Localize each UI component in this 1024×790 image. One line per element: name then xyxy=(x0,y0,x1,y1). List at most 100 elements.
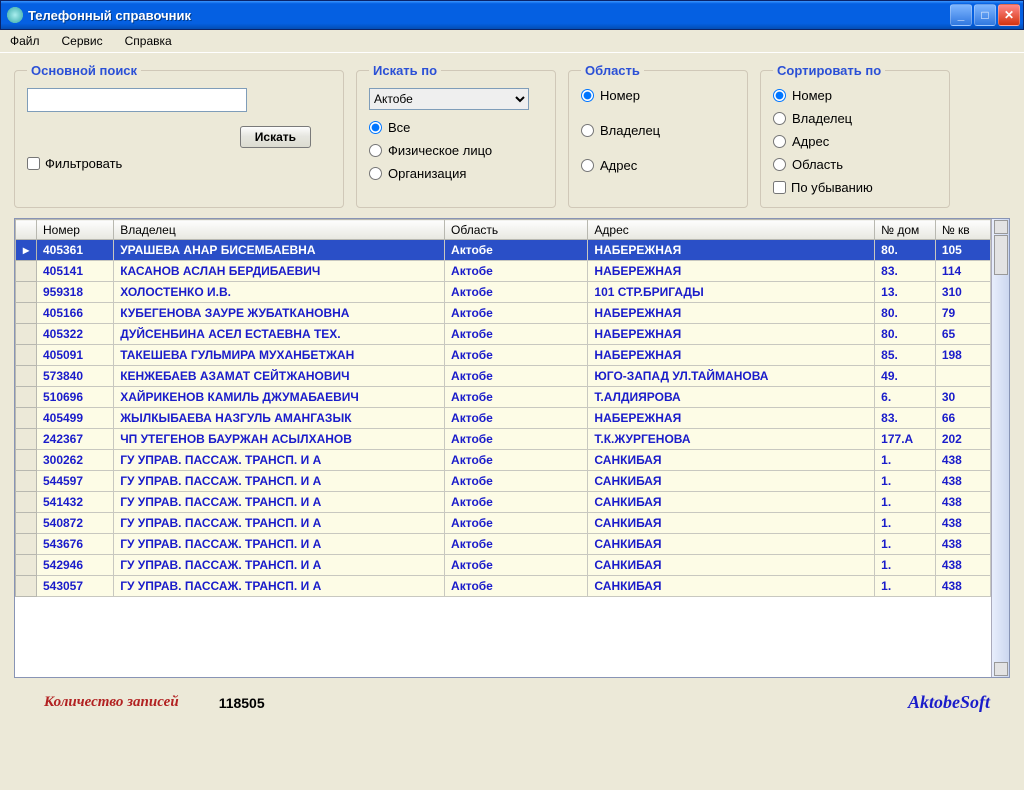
cell-apt: 65 xyxy=(935,324,990,345)
area-number-radio[interactable] xyxy=(581,89,594,102)
region-select[interactable]: Актобе xyxy=(369,88,529,110)
sort-address-radio[interactable] xyxy=(773,135,786,148)
cell-address: НАБЕРЕЖНАЯ xyxy=(588,240,875,261)
cell-apt: 66 xyxy=(935,408,990,429)
search-button[interactable]: Искать xyxy=(240,126,311,148)
cell-house: 1. xyxy=(875,450,936,471)
sort-group: Сортировать по Номер Владелец Адрес Обла… xyxy=(760,63,950,208)
menu-service[interactable]: Сервис xyxy=(58,32,107,50)
area-address-radio[interactable] xyxy=(581,159,594,172)
vertical-scrollbar[interactable] xyxy=(991,219,1009,677)
sort-owner-radio[interactable] xyxy=(773,112,786,125)
sort-legend: Сортировать по xyxy=(773,63,885,78)
cell-region: Актобе xyxy=(445,429,588,450)
filter-checkbox[interactable] xyxy=(27,157,40,170)
scroll-thumb[interactable] xyxy=(994,235,1008,275)
area-group: Область Номер Владелец Адрес xyxy=(568,63,748,208)
searchby-group: Искать по Актобе Все Физическое лицо Орг… xyxy=(356,63,556,208)
close-button[interactable]: ✕ xyxy=(998,4,1020,26)
row-indicator: ▸ xyxy=(16,240,37,261)
cell-address: САНКИБАЯ xyxy=(588,534,875,555)
cell-address: САНКИБАЯ xyxy=(588,555,875,576)
cell-house: 83. xyxy=(875,261,936,282)
cell-owner: ХОЛОСТЕНКО И.В. xyxy=(114,282,445,303)
row-indicator xyxy=(16,366,37,387)
cell-region: Актобе xyxy=(445,387,588,408)
cell-apt: 438 xyxy=(935,576,990,597)
col-selector[interactable] xyxy=(16,220,37,240)
cell-region: Актобе xyxy=(445,240,588,261)
table-row[interactable]: 405166КУБЕГЕНОВА ЗАУРЕ ЖУБАТКАНОВНААктоб… xyxy=(16,303,991,324)
table-row[interactable]: 573840КЕНЖЕБАЕВ АЗАМАТ СЕЙТЖАНОВИЧАктобе… xyxy=(16,366,991,387)
cell-house: 80. xyxy=(875,324,936,345)
table-row[interactable]: 405499ЖЫЛКЫБАЕВА НАЗГУЛЬ АМАНГАЗЫКАктобе… xyxy=(16,408,991,429)
sort-number-radio[interactable] xyxy=(773,89,786,102)
cell-house: 1. xyxy=(875,513,936,534)
table-row[interactable]: 541432ГУ УПРАВ. ПАССАЖ. ТРАНСП. И ААктоб… xyxy=(16,492,991,513)
cell-owner: УРАШЕВА АНАР БИСЕМБАЕВНА xyxy=(114,240,445,261)
cell-address: САНКИБАЯ xyxy=(588,471,875,492)
sort-owner-label: Владелец xyxy=(792,111,852,126)
table-row[interactable]: 544597ГУ УПРАВ. ПАССАЖ. ТРАНСП. И ААктоб… xyxy=(16,471,991,492)
col-house[interactable]: № дом xyxy=(875,220,936,240)
cell-apt: 438 xyxy=(935,471,990,492)
cell-apt: 202 xyxy=(935,429,990,450)
table-row[interactable]: 542946ГУ УПРАВ. ПАССАЖ. ТРАНСП. И ААктоб… xyxy=(16,555,991,576)
col-address[interactable]: Адрес xyxy=(588,220,875,240)
cell-region: Актобе xyxy=(445,492,588,513)
cell-number: 540872 xyxy=(36,513,113,534)
cell-region: Актобе xyxy=(445,576,588,597)
cell-owner: ГУ УПРАВ. ПАССАЖ. ТРАНСП. И А xyxy=(114,576,445,597)
cell-address: НАБЕРЕЖНАЯ xyxy=(588,303,875,324)
cell-number: 543676 xyxy=(36,534,113,555)
cell-address: Т.АЛДИЯРОВА xyxy=(588,387,875,408)
table-row[interactable]: 405091ТАКЕШЕВА ГУЛЬМИРА МУХАНБЕТЖАНАктоб… xyxy=(16,345,991,366)
table-row[interactable]: 540872ГУ УПРАВ. ПАССАЖ. ТРАНСП. И ААктоб… xyxy=(16,513,991,534)
col-number[interactable]: Номер xyxy=(36,220,113,240)
searchby-all-radio[interactable] xyxy=(369,121,382,134)
cell-region: Актобе xyxy=(445,366,588,387)
searchby-person-label: Физическое лицо xyxy=(388,143,492,158)
col-apt[interactable]: № кв xyxy=(935,220,990,240)
cell-address: САНКИБАЯ xyxy=(588,513,875,534)
app-icon xyxy=(7,7,23,23)
table-row[interactable]: 543057ГУ УПРАВ. ПАССАЖ. ТРАНСП. И ААктоб… xyxy=(16,576,991,597)
menu-help[interactable]: Справка xyxy=(121,32,176,50)
search-input[interactable] xyxy=(27,88,247,112)
sort-region-radio[interactable] xyxy=(773,158,786,171)
table-row[interactable]: 959318ХОЛОСТЕНКО И.В.Актобе101 СТР.БРИГА… xyxy=(16,282,991,303)
col-owner[interactable]: Владелец xyxy=(114,220,445,240)
sort-number-label: Номер xyxy=(792,88,832,103)
minimize-button[interactable]: _ xyxy=(950,4,972,26)
col-region[interactable]: Область xyxy=(445,220,588,240)
cell-address: НАБЕРЕЖНАЯ xyxy=(588,345,875,366)
searchby-org-radio[interactable] xyxy=(369,167,382,180)
cell-house: 177.А xyxy=(875,429,936,450)
cell-owner: КУБЕГЕНОВА ЗАУРЕ ЖУБАТКАНОВНА xyxy=(114,303,445,324)
table-row[interactable]: 242367ЧП УТЕГЕНОВ БАУРЖАН АСЫЛХАНОВАктоб… xyxy=(16,429,991,450)
window-controls: _ □ ✕ xyxy=(950,4,1020,26)
scroll-up-arrow-icon[interactable] xyxy=(994,220,1008,234)
table-row[interactable]: 510696ХАЙРИКЕНОВ КАМИЛЬ ДЖУМАБАЕВИЧАктоб… xyxy=(16,387,991,408)
table-row[interactable]: ▸405361УРАШЕВА АНАР БИСЕМБАЕВНААктобеНАБ… xyxy=(16,240,991,261)
app-window: Телефонный справочник _ □ ✕ Файл Сервис … xyxy=(0,0,1024,790)
cell-owner: ГУ УПРАВ. ПАССАЖ. ТРАНСП. И А xyxy=(114,555,445,576)
row-indicator xyxy=(16,534,37,555)
sort-desc-checkbox[interactable] xyxy=(773,181,786,194)
area-owner-radio[interactable] xyxy=(581,124,594,137)
table-row[interactable]: 405322ДУЙСЕНБИНА АСЕЛ ЕСТАЕВНА ТЕХ.Актоб… xyxy=(16,324,991,345)
table-row[interactable]: 405141КАСАНОВ АСЛАН БЕРДИБАЕВИЧАктобеНАБ… xyxy=(16,261,991,282)
row-indicator xyxy=(16,387,37,408)
table-row[interactable]: 300262ГУ УПРАВ. ПАССАЖ. ТРАНСП. И ААктоб… xyxy=(16,450,991,471)
row-indicator xyxy=(16,408,37,429)
searchby-person-radio[interactable] xyxy=(369,144,382,157)
menu-file[interactable]: Файл xyxy=(6,32,44,50)
maximize-button[interactable]: □ xyxy=(974,4,996,26)
cell-number: 405166 xyxy=(36,303,113,324)
cell-region: Актобе xyxy=(445,408,588,429)
cell-address: САНКИБАЯ xyxy=(588,576,875,597)
table-row[interactable]: 543676ГУ УПРАВ. ПАССАЖ. ТРАНСП. И ААктоб… xyxy=(16,534,991,555)
cell-owner: ХАЙРИКЕНОВ КАМИЛЬ ДЖУМАБАЕВИЧ xyxy=(114,387,445,408)
scroll-down-arrow-icon[interactable] xyxy=(994,662,1008,676)
cell-number: 405091 xyxy=(36,345,113,366)
